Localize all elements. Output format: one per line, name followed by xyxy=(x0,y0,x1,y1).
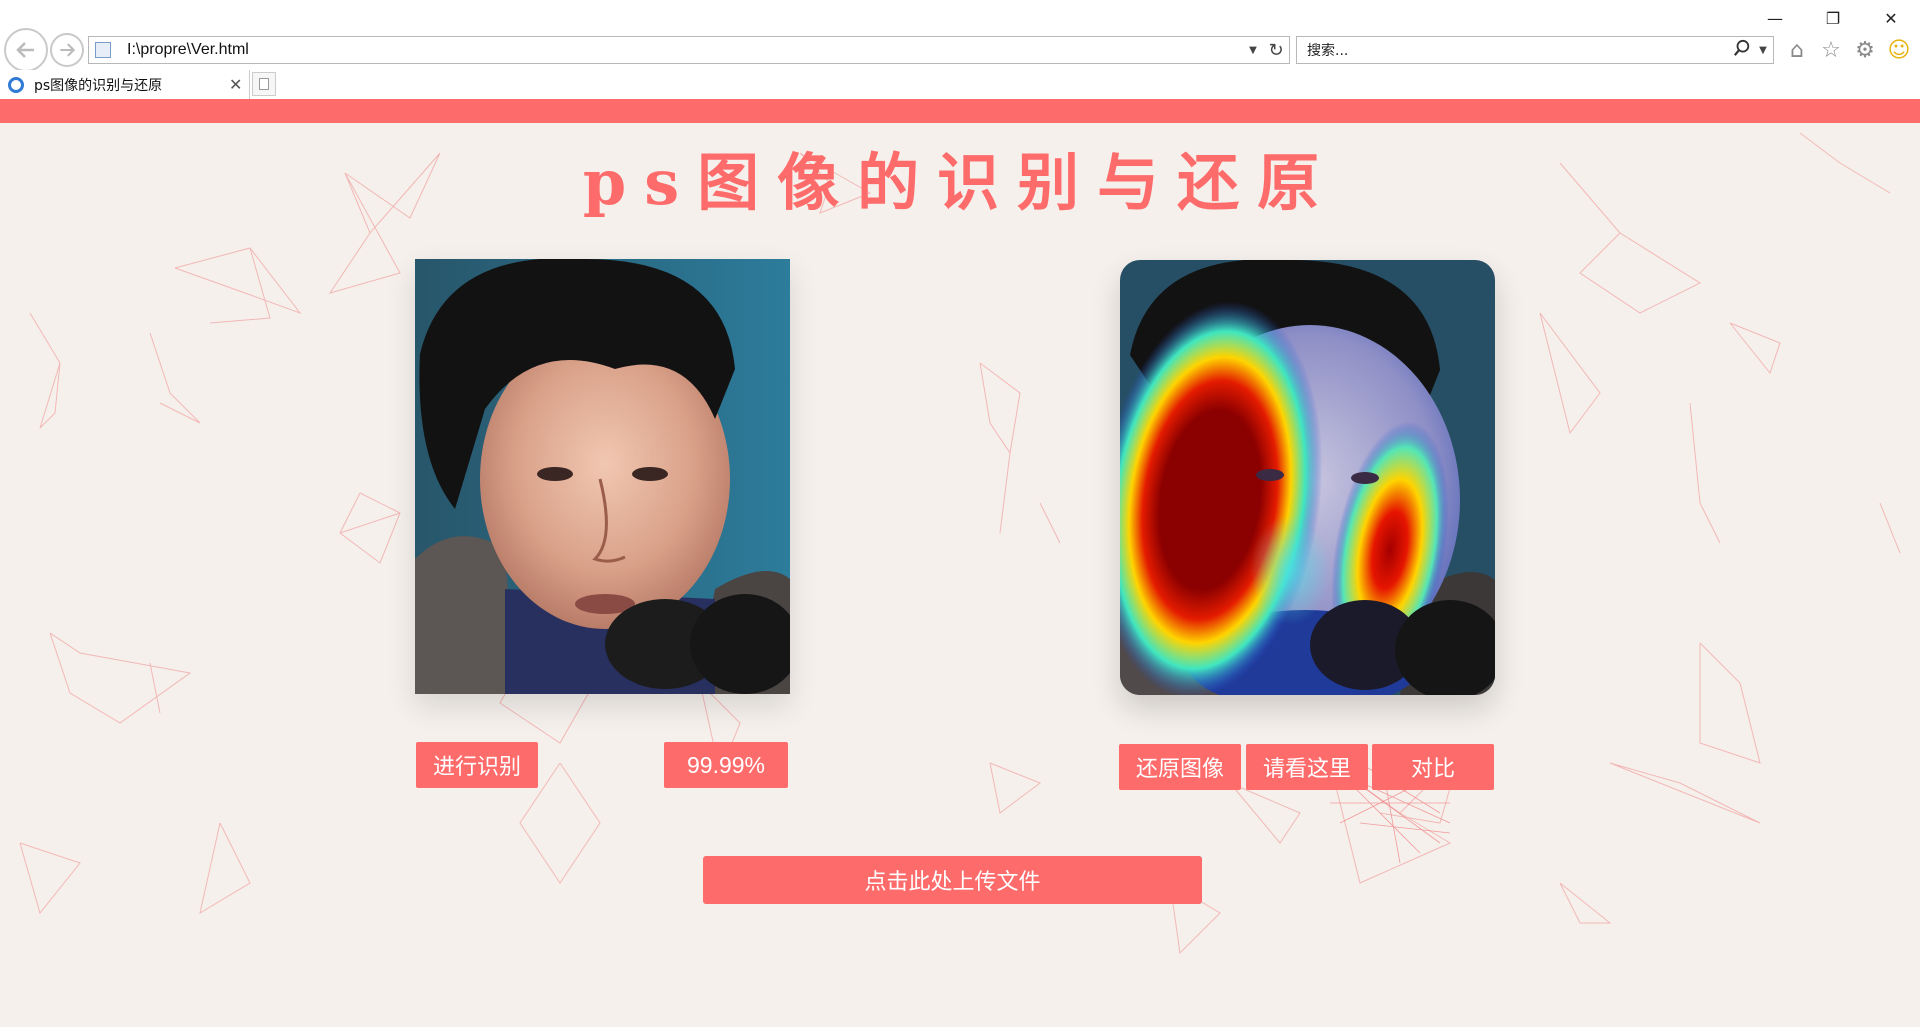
page-title: ps图像的识别与还原 xyxy=(582,146,1338,219)
favorites-star-icon[interactable]: ☆ xyxy=(1818,36,1844,64)
feedback-smiley-icon[interactable]: ☺ xyxy=(1886,36,1912,64)
browser-chrome: — ❐ ✕ I:\propre\Ver.html ▼ ↻ 搜索... ▼ ⌂ ☆… xyxy=(0,0,1920,99)
original-face-image xyxy=(415,259,790,694)
close-button[interactable]: ✕ xyxy=(1862,6,1920,30)
browser-tab[interactable]: ps图像的识别与还原 ✕ xyxy=(0,70,250,99)
ie-logo-icon xyxy=(8,76,24,93)
page-icon xyxy=(95,42,111,58)
refresh-icon[interactable]: ↻ xyxy=(1263,40,1289,61)
upload-file-button[interactable]: 点击此处上传文件 xyxy=(703,856,1202,904)
recognize-button[interactable]: 进行识别 xyxy=(416,742,538,788)
settings-gear-icon[interactable]: ⚙ xyxy=(1852,36,1878,64)
tab-title: ps图像的识别与还原 xyxy=(34,77,163,94)
address-bar[interactable]: I:\propre\Ver.html ▼ ↻ xyxy=(88,36,1290,64)
heatmap-face-image xyxy=(1120,260,1495,695)
restore-button[interactable]: ❐ xyxy=(1804,6,1862,30)
forward-icon xyxy=(60,43,76,57)
new-tab-button[interactable] xyxy=(252,72,276,96)
toolbar-icons: ⌂ ☆ ⚙ ☺ xyxy=(1784,36,1912,64)
forward-button[interactable] xyxy=(50,33,84,67)
confidence-score-badge: 99.99% xyxy=(664,742,788,788)
search-dropdown-icon[interactable]: ▼ xyxy=(1753,45,1773,56)
restore-image-button[interactable]: 还原图像 xyxy=(1119,744,1241,790)
address-dropdown-icon[interactable]: ▼ xyxy=(1243,45,1263,56)
new-tab-icon xyxy=(259,78,269,90)
page-top-bar xyxy=(0,99,1920,123)
home-icon[interactable]: ⌂ xyxy=(1784,36,1810,64)
search-box[interactable]: 搜索... ▼ xyxy=(1296,36,1774,64)
compare-button[interactable]: 对比 xyxy=(1372,744,1494,790)
search-input[interactable]: 搜索... xyxy=(1307,40,1731,60)
address-url[interactable]: I:\propre\Ver.html xyxy=(127,41,1243,59)
back-icon xyxy=(16,42,34,58)
back-button[interactable] xyxy=(4,28,48,72)
look-here-button[interactable]: 请看这里 xyxy=(1246,744,1368,790)
search-icon[interactable] xyxy=(1731,39,1753,61)
window-controls: — ❐ ✕ xyxy=(1746,6,1920,30)
tab-close-icon[interactable]: ✕ xyxy=(229,75,249,94)
minimize-button[interactable]: — xyxy=(1746,6,1804,30)
